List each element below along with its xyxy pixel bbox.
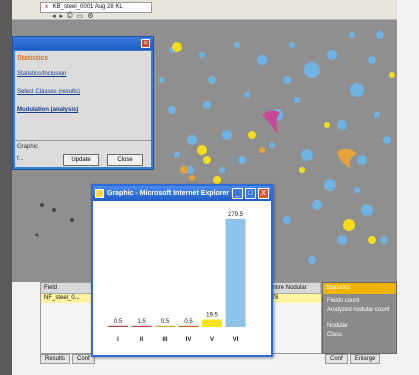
maximize-icon[interactable]: □ xyxy=(245,188,256,199)
bar-value-label: 0.5 xyxy=(184,319,193,325)
bar-value-label: 1.5 xyxy=(137,319,146,325)
x-tick-label: I xyxy=(117,337,119,343)
bar-V xyxy=(202,319,222,327)
tab-right-conf[interactable]: Conf xyxy=(325,354,348,364)
bar-I xyxy=(108,325,128,327)
x-tick-label: III xyxy=(162,337,167,343)
statistics-dialog: × Statistics Statistics/Inclusion Select… xyxy=(12,36,154,170)
bar-value-label: 19.5 xyxy=(206,312,218,318)
graphic-window: Graphic - Microsoft Internet Explorer _ … xyxy=(91,184,273,357)
bar-IV xyxy=(178,325,199,327)
grid-cell: 278 xyxy=(268,295,279,301)
application-window: x KB_steel_0001 Aug 28 KL ◂ ▸ ⎙ ▭ ⚙ × St… xyxy=(0,0,419,375)
bar-value-label: 0.5 xyxy=(161,319,170,325)
page-icon[interactable]: ▭ xyxy=(77,12,84,20)
statistics-pane-title: Statistics xyxy=(323,283,396,294)
browser-tab-label: KB_steel_0001 Aug 28 KL xyxy=(52,4,123,10)
bar-value-label: 0.5 xyxy=(114,319,123,325)
forward-icon[interactable]: ▸ xyxy=(60,12,64,20)
bar-II xyxy=(131,325,152,327)
grid-col-entire-nodular[interactable]: Entire Nodular xyxy=(265,283,321,293)
bar-chart-area: 0.5 I 1.5 II 0.5 III 0.5 IV 19.5 V 279.5 VI xyxy=(93,201,271,355)
dialog-link-inclusion[interactable]: Statistics/Inclusion xyxy=(17,71,66,77)
bar-VI xyxy=(225,218,246,327)
tab-close-icon[interactable]: x xyxy=(45,4,48,10)
close-button[interactable]: Close xyxy=(107,154,143,166)
left-panel-edge xyxy=(0,0,12,375)
dialog-body: Statistics Statistics/Inclusion Select C… xyxy=(15,51,151,167)
nodular-label: Nodular xyxy=(327,323,349,329)
minimize-icon[interactable]: _ xyxy=(232,188,243,199)
ie-icon xyxy=(95,189,104,198)
dialog-link-select-classes[interactable]: Select Classes (results) xyxy=(17,89,80,95)
update-button[interactable]: Update xyxy=(63,154,99,166)
graphic-window-title: Graphic - Microsoft Internet Explorer xyxy=(107,190,230,197)
x-tick-label: IV xyxy=(186,337,192,343)
x-tick-label: II xyxy=(140,337,144,343)
dialog-separator xyxy=(15,140,151,141)
class-label: Class xyxy=(327,332,343,338)
dialog-close-icon[interactable]: × xyxy=(141,39,150,48)
x-tick-label: V xyxy=(210,337,214,343)
tab-results[interactable]: Results xyxy=(40,354,71,364)
close-icon[interactable]: X xyxy=(258,188,269,199)
back-icon[interactable]: ◂ xyxy=(52,12,56,20)
statistics-pane: Statistics Fields count Analyzed nodular… xyxy=(322,282,397,354)
bar-III xyxy=(155,325,175,327)
bar-chart: 0.5 I 1.5 II 0.5 III 0.5 IV 19.5 V 279.5 VI xyxy=(108,212,246,343)
tab-enlarge[interactable]: Enlarge xyxy=(349,354,381,364)
dialog-link-modulation[interactable]: Modulation (analysis) xyxy=(17,107,78,113)
tools-icon[interactable]: ⚙ xyxy=(87,12,93,20)
dialog-titlebar[interactable] xyxy=(13,37,153,50)
x-tick-label: VI xyxy=(233,337,239,343)
print-icon[interactable]: ⎙ xyxy=(67,12,73,20)
right-tab-bar: Conf Enlarge xyxy=(325,354,381,364)
browser-tab-strip: x KB_steel_0001 Aug 28 KL ◂ ▸ ⎙ ▭ ⚙ xyxy=(12,0,397,20)
dialog-link-graphic[interactable]: Graphic xyxy=(17,144,38,150)
grid-tab-bar: Results Conf xyxy=(40,354,95,364)
fields-count-label: Fields count xyxy=(327,298,360,304)
bar-value-label: 279.5 xyxy=(228,212,244,218)
dialog-footer-text: f... xyxy=(17,156,24,162)
dialog-heading: Statistics xyxy=(17,55,49,62)
nodular-count-label: Analyzed nodular count xyxy=(327,307,390,313)
